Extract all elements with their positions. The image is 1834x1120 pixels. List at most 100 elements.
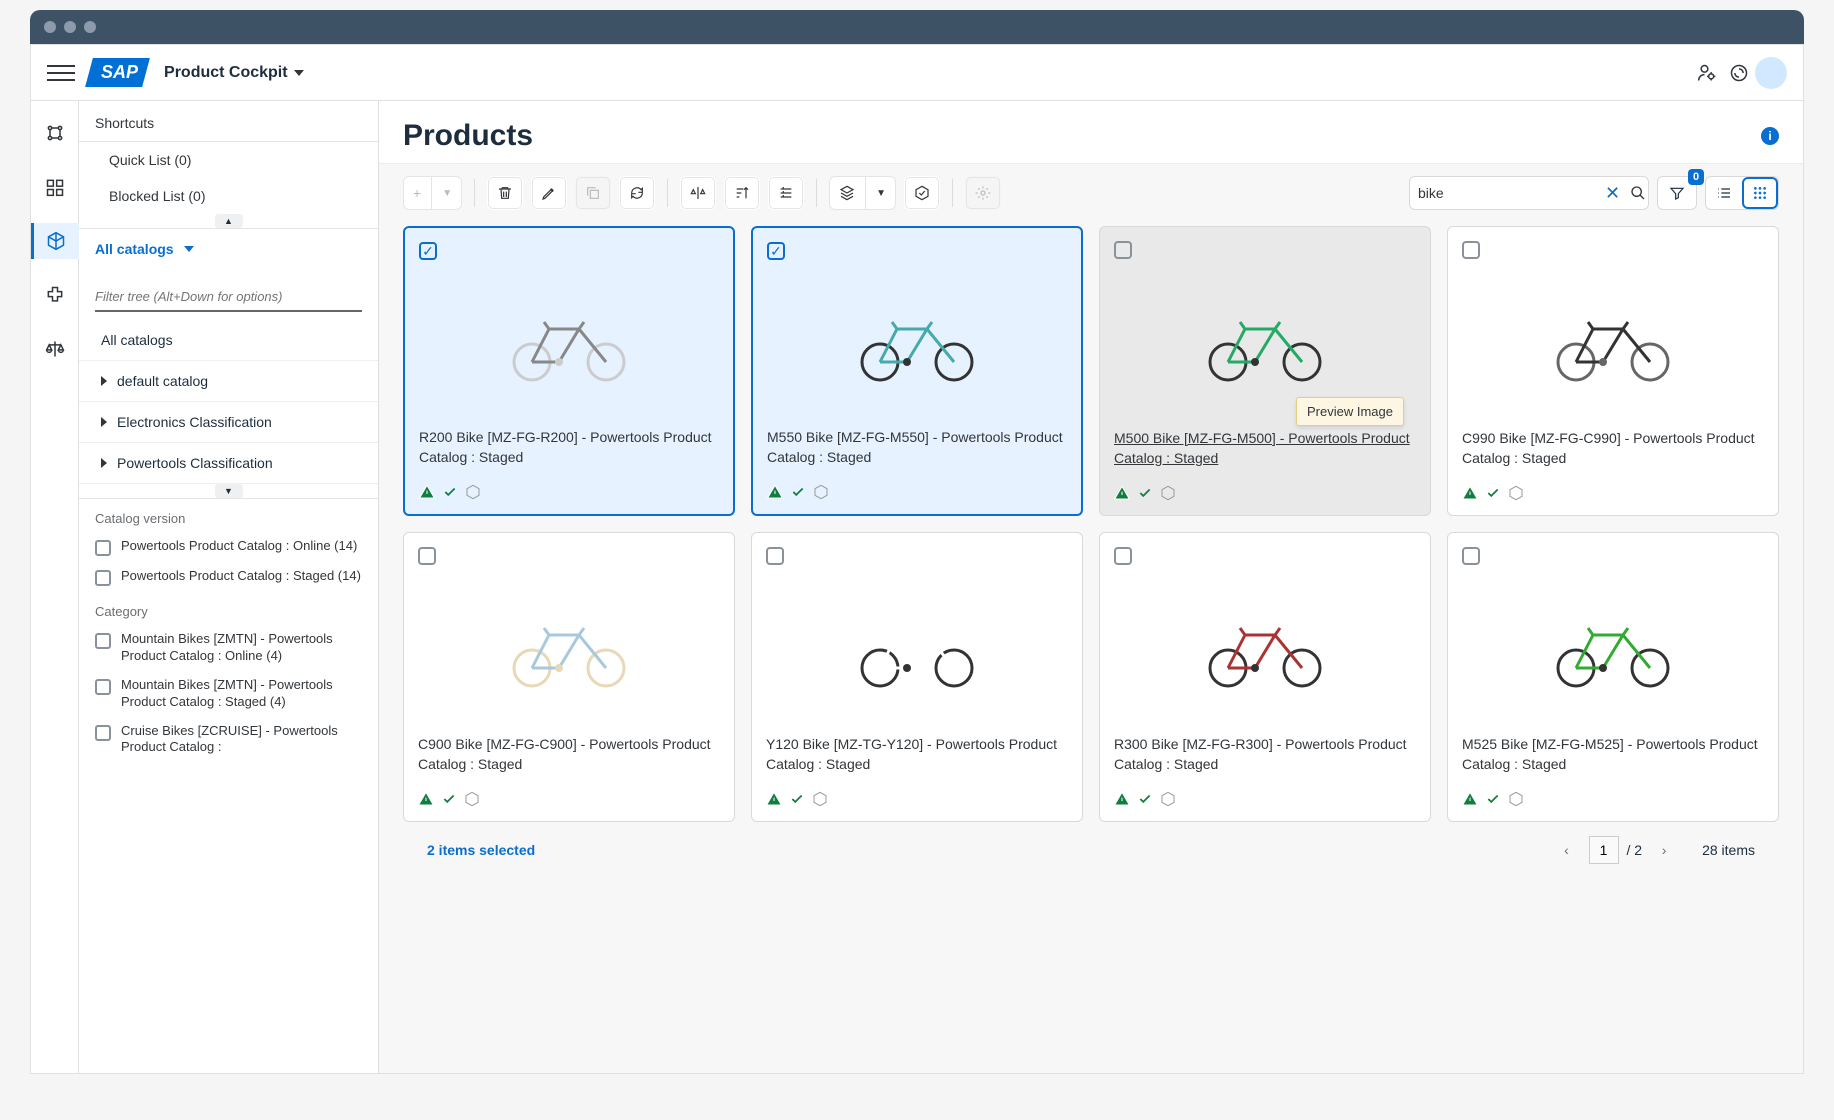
prev-page-button[interactable]: ‹: [1553, 836, 1581, 864]
facet-label: Cruise Bikes [ZCRUISE] - Powertools Prod…: [121, 723, 362, 757]
product-card[interactable]: R300 Bike [MZ-FG-R300] - Powertools Prod…: [1099, 532, 1431, 822]
checkbox[interactable]: [95, 570, 111, 586]
product-status: [1114, 485, 1416, 501]
sort-button[interactable]: [724, 176, 760, 210]
toolbar: + ▼: [403, 176, 1779, 210]
search-icon[interactable]: [1626, 185, 1650, 201]
checkbox[interactable]: [95, 679, 111, 695]
clear-search-icon[interactable]: ✕: [1599, 183, 1626, 204]
refresh-button[interactable]: [619, 176, 655, 210]
new-button-caret[interactable]: ▼: [431, 176, 462, 210]
tree-item-all-catalogs[interactable]: All catalogs: [79, 320, 378, 361]
sync-status-icon: [465, 484, 481, 500]
warning-icon: [418, 791, 434, 807]
avatar[interactable]: [1755, 57, 1787, 89]
main-header: Products i: [379, 101, 1803, 163]
rail-item-catalogs[interactable]: [37, 169, 73, 205]
facet-item[interactable]: Powertools Product Catalog : Staged (14): [79, 562, 378, 592]
warning-icon: [766, 791, 782, 807]
sync-button-caret[interactable]: ▼: [865, 176, 896, 210]
compare-button[interactable]: [680, 176, 716, 210]
tree-item-default-catalog[interactable]: default catalog: [79, 361, 378, 402]
sync-status-icon: [1160, 791, 1176, 807]
product-card[interactable]: C990 Bike [MZ-FG-C990] - Powertools Prod…: [1447, 226, 1779, 516]
card-checkbox[interactable]: ✓: [419, 242, 437, 260]
search-input[interactable]: [1418, 185, 1599, 201]
product-card[interactable]: ✓ M550 Bike [MZ-FG-M550] - Powertools Pr…: [751, 226, 1083, 516]
info-icon[interactable]: i: [1761, 127, 1779, 145]
collapse-tree[interactable]: ▼: [215, 484, 243, 498]
card-checkbox[interactable]: [1114, 547, 1132, 565]
product-card[interactable]: ✓ R200 Bike [MZ-FG-R200] - Powertools Pr…: [403, 226, 735, 516]
card-checkbox[interactable]: ✓: [767, 242, 785, 260]
product-card[interactable]: Y120 Bike [MZ-TG-Y120] - Powertools Prod…: [751, 532, 1083, 822]
warning-icon: [1462, 485, 1478, 501]
filter-button[interactable]: 0: [1657, 176, 1697, 210]
next-page-button[interactable]: ›: [1650, 836, 1678, 864]
checkbox[interactable]: [95, 633, 111, 649]
facet-label: Powertools Product Catalog : Staged (14): [121, 568, 361, 585]
collapse-shortcuts[interactable]: ▲: [215, 214, 243, 228]
sidebar-item-quick-list[interactable]: Quick List (0): [79, 142, 378, 178]
all-catalogs-dropdown[interactable]: All catalogs: [79, 229, 378, 269]
card-checkbox[interactable]: [1114, 241, 1132, 259]
new-button-split[interactable]: + ▼: [403, 176, 462, 210]
sidebar-item-blocked-list[interactable]: Blocked List (0): [79, 178, 378, 214]
user-settings-icon[interactable]: [1691, 57, 1723, 89]
menu-toggle[interactable]: [47, 59, 75, 87]
rail-item-products[interactable]: [31, 223, 79, 259]
sync-button-split[interactable]: ▼: [829, 176, 896, 210]
facet-item[interactable]: Mountain Bikes [ZMTN] - Powertools Produ…: [79, 671, 378, 717]
rail-item-extensions[interactable]: [37, 277, 73, 313]
search-box: ✕: [1409, 176, 1649, 210]
sync-status-icon[interactable]: [1723, 57, 1755, 89]
checkbox[interactable]: [95, 540, 111, 556]
sync-button[interactable]: [829, 176, 865, 210]
app-title-dropdown[interactable]: Product Cockpit: [164, 64, 304, 82]
rail-item-dashboard[interactable]: [37, 115, 73, 151]
facet-item[interactable]: Powertools Product Catalog : Online (14): [79, 532, 378, 562]
facet-label: Mountain Bikes [ZMTN] - Powertools Produ…: [121, 677, 362, 711]
card-checkbox[interactable]: [766, 547, 784, 565]
product-title: C900 Bike [MZ-FG-C900] - Powertools Prod…: [418, 735, 720, 775]
facet-label: Mountain Bikes [ZMTN] - Powertools Produ…: [121, 631, 362, 665]
warning-icon: [1114, 791, 1130, 807]
product-status: [418, 791, 720, 807]
card-checkbox[interactable]: [1462, 547, 1480, 565]
product-card[interactable]: Preview Image M500 Bike [MZ-FG-M500] - P…: [1099, 226, 1431, 516]
card-checkbox[interactable]: [418, 547, 436, 565]
window-dot: [44, 21, 56, 33]
tree-item-powertools[interactable]: Powertools Classification: [79, 443, 378, 484]
product-image: [419, 268, 719, 420]
check-icon: [1486, 792, 1500, 806]
check-icon: [1138, 486, 1152, 500]
delete-button[interactable]: [487, 176, 523, 210]
bulk-edit-button[interactable]: [768, 176, 804, 210]
total-items: 28 items: [1702, 842, 1755, 858]
publish-button[interactable]: [904, 176, 940, 210]
card-checkbox[interactable]: [1462, 241, 1480, 259]
topbar: SAP Product Cockpit: [31, 45, 1803, 101]
warning-icon: [419, 484, 435, 500]
facet-item[interactable]: Mountain Bikes [ZMTN] - Powertools Produ…: [79, 625, 378, 671]
pager: ‹ / 2 › 28 items: [1553, 836, 1756, 864]
filter-tree-input[interactable]: [95, 283, 362, 310]
checkbox[interactable]: [95, 725, 111, 741]
shortcuts-header: Shortcuts: [79, 101, 378, 142]
tree-item-electronics[interactable]: Electronics Classification: [79, 402, 378, 443]
check-icon: [790, 792, 804, 806]
page-input[interactable]: [1589, 836, 1619, 864]
product-card[interactable]: M525 Bike [MZ-FG-M525] - Powertools Prod…: [1447, 532, 1779, 822]
new-button[interactable]: +: [403, 176, 431, 210]
product-card[interactable]: C900 Bike [MZ-FG-C900] - Powertools Prod…: [403, 532, 735, 822]
product-title: Y120 Bike [MZ-TG-Y120] - Powertools Prod…: [766, 735, 1068, 775]
rail-item-compare[interactable]: [37, 331, 73, 367]
product-image: [418, 573, 720, 727]
settings-button[interactable]: [965, 176, 1001, 210]
copy-button[interactable]: [575, 176, 611, 210]
sync-status-icon: [1160, 485, 1176, 501]
grid-view-button[interactable]: [1742, 177, 1778, 209]
list-view-button[interactable]: [1706, 177, 1742, 209]
edit-button[interactable]: [531, 176, 567, 210]
facet-item[interactable]: Cruise Bikes [ZCRUISE] - Powertools Prod…: [79, 717, 378, 763]
